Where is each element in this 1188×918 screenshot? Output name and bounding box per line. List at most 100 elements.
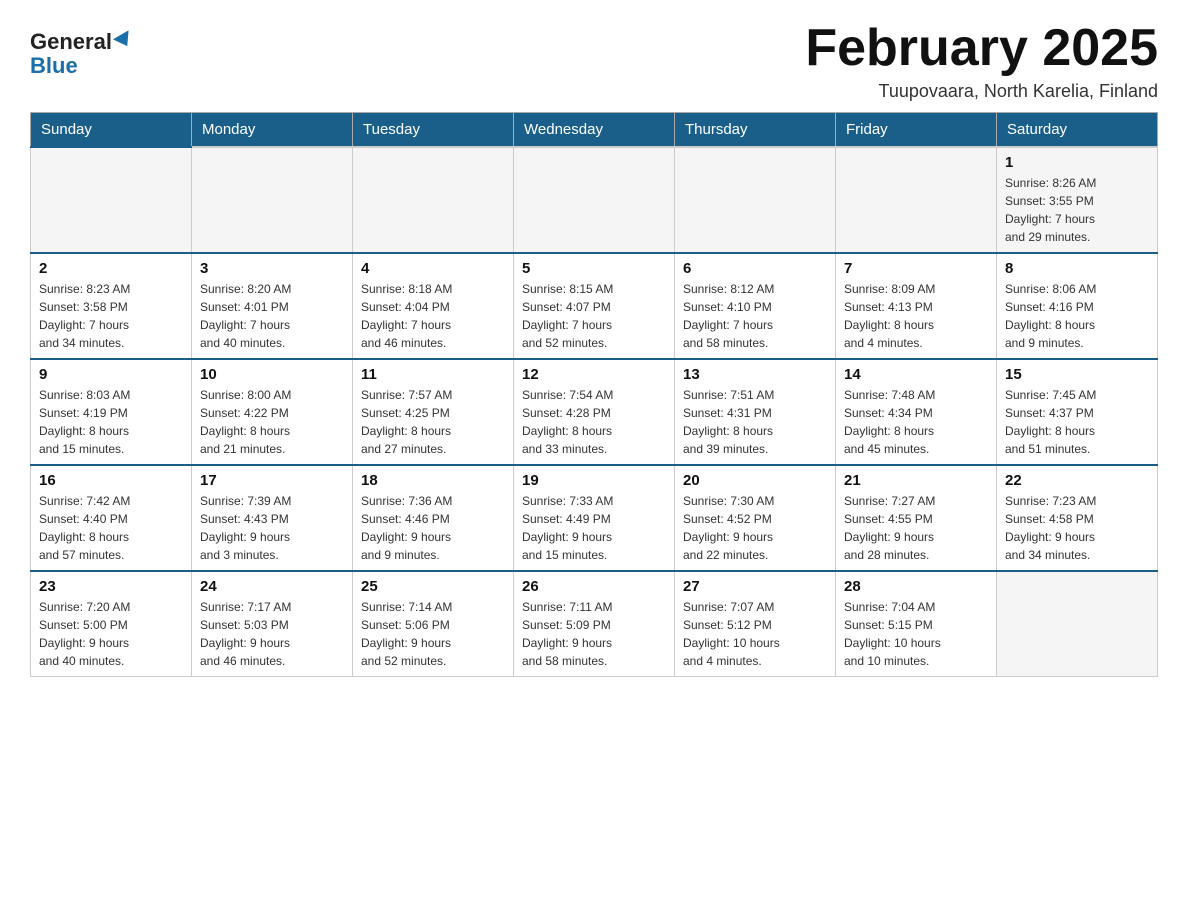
day-info: Sunrise: 7:23 AM Sunset: 4:58 PM Dayligh… <box>1005 492 1149 564</box>
calendar-day-cell: 19 Sunrise: 7:33 AM Sunset: 4:49 PM Dayli… <box>514 465 675 571</box>
day-number: 2 <box>39 260 183 277</box>
day-info: Sunrise: 7:51 AM Sunset: 4:31 PM Dayligh… <box>683 386 827 458</box>
day-number: 27 <box>683 578 827 595</box>
day-info: Sunrise: 8:09 AM Sunset: 4:13 PM Dayligh… <box>844 280 988 352</box>
day-number: 10 <box>200 366 344 383</box>
header-saturday: Saturday <box>997 113 1158 148</box>
day-info: Sunrise: 7:30 AM Sunset: 4:52 PM Dayligh… <box>683 492 827 564</box>
day-number: 11 <box>361 366 505 383</box>
day-number: 4 <box>361 260 505 277</box>
day-number: 13 <box>683 366 827 383</box>
day-info: Sunrise: 8:18 AM Sunset: 4:04 PM Dayligh… <box>361 280 505 352</box>
header-tuesday: Tuesday <box>353 113 514 148</box>
calendar-day-cell: 5 Sunrise: 8:15 AM Sunset: 4:07 PM Daylig… <box>514 253 675 359</box>
week-row-3: 9Sunrise: 8:03 AM Sunset: 4:19 PM Daylig… <box>31 359 1158 465</box>
day-number: 7 <box>844 260 988 277</box>
calendar-day-cell: 6 Sunrise: 8:12 AM Sunset: 4:10 PM Daylig… <box>675 253 836 359</box>
day-info: Sunrise: 7:14 AM Sunset: 5:06 PM Dayligh… <box>361 598 505 670</box>
calendar-day-cell <box>836 147 997 253</box>
day-info: Sunrise: 8:15 AM Sunset: 4:07 PM Dayligh… <box>522 280 666 352</box>
day-number: 25 <box>361 578 505 595</box>
day-info: Sunrise: 7:48 AM Sunset: 4:34 PM Dayligh… <box>844 386 988 458</box>
week-row-5: 23 Sunrise: 7:20 AM Sunset: 5:00 PM Dayli… <box>31 571 1158 677</box>
week-row-2: 2 Sunrise: 8:23 AM Sunset: 3:58 PM Daylig… <box>31 253 1158 359</box>
logo-text-general: General <box>30 30 112 54</box>
calendar-day-cell: 12 Sunrise: 7:54 AM Sunset: 4:28 PM Dayli… <box>514 359 675 465</box>
calendar-day-cell: 22 Sunrise: 7:23 AM Sunset: 4:58 PM Dayli… <box>997 465 1158 571</box>
calendar-day-cell: 16 Sunrise: 7:42 AM Sunset: 4:40 PM Dayli… <box>31 465 192 571</box>
calendar-day-cell: 15Sunrise: 7:45 AM Sunset: 4:37 PM Dayli… <box>997 359 1158 465</box>
calendar-title: February 2025 <box>805 20 1158 77</box>
day-number: 9 <box>39 366 183 383</box>
day-number: 5 <box>522 260 666 277</box>
day-number: 14 <box>844 366 988 383</box>
day-number: 21 <box>844 472 988 489</box>
header-friday: Friday <box>836 113 997 148</box>
header-sunday: Sunday <box>31 113 192 148</box>
calendar-day-cell <box>353 147 514 253</box>
calendar-day-cell: 14 Sunrise: 7:48 AM Sunset: 4:34 PM Dayli… <box>836 359 997 465</box>
day-info: Sunrise: 8:20 AM Sunset: 4:01 PM Dayligh… <box>200 280 344 352</box>
calendar-day-cell: 4 Sunrise: 8:18 AM Sunset: 4:04 PM Daylig… <box>353 253 514 359</box>
calendar-day-cell <box>31 147 192 253</box>
day-number: 12 <box>522 366 666 383</box>
calendar-day-cell: 2 Sunrise: 8:23 AM Sunset: 3:58 PM Daylig… <box>31 253 192 359</box>
calendar-day-cell: 25 Sunrise: 7:14 AM Sunset: 5:06 PM Dayli… <box>353 571 514 677</box>
header-wednesday: Wednesday <box>514 113 675 148</box>
day-number: 1 <box>1005 154 1149 171</box>
day-number: 8 <box>1005 260 1149 277</box>
day-info: Sunrise: 7:36 AM Sunset: 4:46 PM Dayligh… <box>361 492 505 564</box>
week-row-1: 1 Sunrise: 8:26 AM Sunset: 3:55 PM Daylig… <box>31 147 1158 253</box>
day-info: Sunrise: 7:45 AM Sunset: 4:37 PM Dayligh… <box>1005 386 1149 458</box>
day-info: Sunrise: 7:11 AM Sunset: 5:09 PM Dayligh… <box>522 598 666 670</box>
day-number: 23 <box>39 578 183 595</box>
calendar-day-cell: 23 Sunrise: 7:20 AM Sunset: 5:00 PM Dayli… <box>31 571 192 677</box>
logo-triangle-icon <box>113 30 135 50</box>
header-monday: Monday <box>192 113 353 148</box>
calendar-day-cell <box>675 147 836 253</box>
day-info: Sunrise: 8:12 AM Sunset: 4:10 PM Dayligh… <box>683 280 827 352</box>
calendar-day-cell: 11Sunrise: 7:57 AM Sunset: 4:25 PM Dayli… <box>353 359 514 465</box>
day-info: Sunrise: 7:04 AM Sunset: 5:15 PM Dayligh… <box>844 598 988 670</box>
day-info: Sunrise: 7:42 AM Sunset: 4:40 PM Dayligh… <box>39 492 183 564</box>
day-info: Sunrise: 8:23 AM Sunset: 3:58 PM Dayligh… <box>39 280 183 352</box>
day-info: Sunrise: 7:27 AM Sunset: 4:55 PM Dayligh… <box>844 492 988 564</box>
day-info: Sunrise: 7:20 AM Sunset: 5:00 PM Dayligh… <box>39 598 183 670</box>
calendar-day-cell: 10 Sunrise: 8:00 AM Sunset: 4:22 PM Dayli… <box>192 359 353 465</box>
calendar-day-cell: 18Sunrise: 7:36 AM Sunset: 4:46 PM Dayli… <box>353 465 514 571</box>
logo: General Blue <box>30 30 133 78</box>
day-number: 20 <box>683 472 827 489</box>
calendar-subtitle: Tuupovaara, North Karelia, Finland <box>805 81 1158 102</box>
calendar-day-cell: 28 Sunrise: 7:04 AM Sunset: 5:15 PM Dayli… <box>836 571 997 677</box>
calendar-day-cell: 3 Sunrise: 8:20 AM Sunset: 4:01 PM Daylig… <box>192 253 353 359</box>
day-number: 22 <box>1005 472 1149 489</box>
logo-text-blue: Blue <box>30 54 78 78</box>
calendar-day-cell: 8Sunrise: 8:06 AM Sunset: 4:16 PM Daylig… <box>997 253 1158 359</box>
day-number: 26 <box>522 578 666 595</box>
calendar-day-cell: 21 Sunrise: 7:27 AM Sunset: 4:55 PM Dayli… <box>836 465 997 571</box>
day-number: 16 <box>39 472 183 489</box>
calendar-table: Sunday Monday Tuesday Wednesday Thursday… <box>30 112 1158 677</box>
page-header: General Blue February 2025 Tuupovaara, N… <box>30 20 1158 102</box>
calendar-day-cell: 9Sunrise: 8:03 AM Sunset: 4:19 PM Daylig… <box>31 359 192 465</box>
day-info: Sunrise: 8:00 AM Sunset: 4:22 PM Dayligh… <box>200 386 344 458</box>
day-info: Sunrise: 7:33 AM Sunset: 4:49 PM Dayligh… <box>522 492 666 564</box>
header-thursday: Thursday <box>675 113 836 148</box>
day-info: Sunrise: 7:17 AM Sunset: 5:03 PM Dayligh… <box>200 598 344 670</box>
calendar-day-cell <box>192 147 353 253</box>
calendar-day-cell: 17Sunrise: 7:39 AM Sunset: 4:43 PM Dayli… <box>192 465 353 571</box>
day-number: 19 <box>522 472 666 489</box>
day-info: Sunrise: 8:26 AM Sunset: 3:55 PM Dayligh… <box>1005 174 1149 246</box>
weekday-header-row: Sunday Monday Tuesday Wednesday Thursday… <box>31 113 1158 148</box>
day-info: Sunrise: 7:07 AM Sunset: 5:12 PM Dayligh… <box>683 598 827 670</box>
calendar-day-cell <box>997 571 1158 677</box>
calendar-day-cell: 7 Sunrise: 8:09 AM Sunset: 4:13 PM Daylig… <box>836 253 997 359</box>
day-number: 6 <box>683 260 827 277</box>
day-info: Sunrise: 7:39 AM Sunset: 4:43 PM Dayligh… <box>200 492 344 564</box>
day-number: 3 <box>200 260 344 277</box>
day-number: 28 <box>844 578 988 595</box>
calendar-day-cell: 13 Sunrise: 7:51 AM Sunset: 4:31 PM Dayli… <box>675 359 836 465</box>
day-info: Sunrise: 7:54 AM Sunset: 4:28 PM Dayligh… <box>522 386 666 458</box>
day-number: 24 <box>200 578 344 595</box>
calendar-day-cell <box>514 147 675 253</box>
